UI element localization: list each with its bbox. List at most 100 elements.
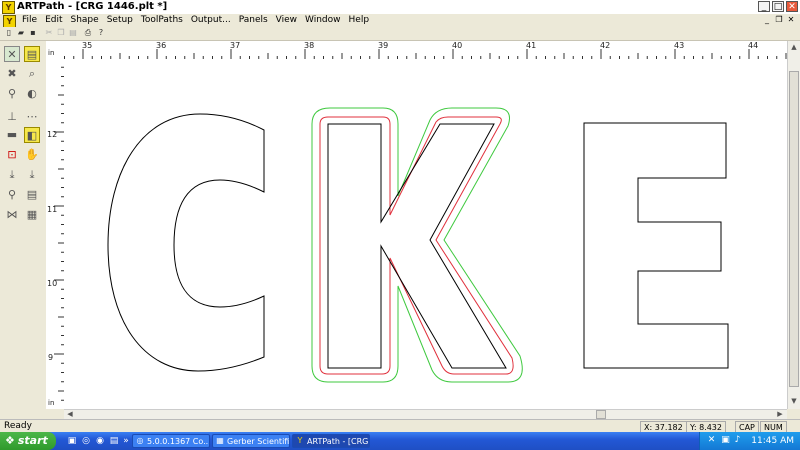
frame-tool-icon[interactable]: ⊡ [4,147,20,163]
scroll-left-button[interactable]: ◀ [65,410,75,419]
taskbar-item-label: Gerber Scientific... [227,437,290,446]
menu-bar: Y File Edit Shape Setup ToolPaths Output… [0,14,800,28]
print-icon[interactable]: ⎙ [83,28,93,38]
hand-tool-icon[interactable]: ✋ [24,147,40,163]
taskbar-item[interactable]: ▦ Gerber Scientific... [212,434,290,448]
import-tool-icon[interactable]: ⤓ [24,167,40,183]
menu-shape[interactable]: Shape [67,14,103,27]
browser-icon: ◎ [136,436,144,445]
ruler-label: 37 [230,41,241,50]
taskbar-item[interactable]: ◎ 5.0.0.1367 Co... [132,434,210,448]
vertical-scroll-thumb[interactable] [789,71,799,387]
ruler-label: 40 [452,41,463,50]
volume-icon[interactable]: ♪ [732,435,743,446]
menu-edit[interactable]: Edit [41,14,66,27]
drill-tool-icon[interactable]: ⚲ [4,187,20,203]
node-edit-tool-icon[interactable]: ▤ [24,46,40,62]
ruler-label: 11 [47,205,58,214]
scroll-up-button[interactable]: ▲ [789,43,799,52]
scroll-right-button[interactable]: ▶ [775,410,785,419]
rotate-tool-icon[interactable]: ◐ [24,86,40,102]
nest-tool-icon[interactable]: ▦ [24,207,40,223]
measure-tool-icon[interactable]: ⊥ [4,109,20,125]
window-title: ARTPath - [CRG 1446.plt *] [17,1,168,12]
artwork-svg [107,107,729,383]
ruler-label: 44 [748,41,759,50]
letter-k-toolpath-inner[interactable] [319,116,514,375]
menu-window[interactable]: Window [301,14,345,27]
menu-output[interactable]: Output... [187,14,235,27]
letter-k-toolpath-outer[interactable] [311,107,523,383]
menu-panels[interactable]: Panels [235,14,272,27]
menu-help[interactable]: Help [345,14,374,27]
marker-tool-icon[interactable]: ⋈ [4,207,20,223]
menu-setup[interactable]: Setup [103,14,137,27]
fill-tool-icon[interactable]: ▬ [4,127,20,143]
ruler-ticks [64,49,787,59]
open-folder-icon[interactable]: ▰ [16,28,26,38]
artpath-icon: Y [297,436,303,445]
maximize-button[interactable]: □ [772,1,784,12]
new-file-icon[interactable]: ▯ [4,28,14,38]
minimize-button[interactable]: _ [758,1,770,12]
horizontal-ruler[interactable]: 35 36 37 38 39 40 41 42 43 44 [64,41,787,60]
system-tray: ✕ ▣ ♪ 11:45 AM [699,432,800,450]
doc-minimize-button[interactable]: _ [762,15,772,25]
quicklaunch-more-icon[interactable]: » [120,435,132,447]
doc-close-button[interactable]: ✕ [786,15,796,25]
windows-flag-icon: ❖ [5,434,15,447]
download-tool-icon[interactable]: ⤓ [4,167,20,183]
knife-tool-icon[interactable]: ⚲ [4,86,20,102]
ruler-label: 9 [48,353,54,362]
tray-close-icon[interactable]: ✕ [706,435,717,446]
ruler-label: 42 [600,41,611,50]
taskbar-item-active[interactable]: Y ARTPath - [CRG... [292,434,370,448]
menu-toolpaths[interactable]: ToolPaths [137,14,187,27]
letter-e-outline[interactable] [583,122,729,369]
select-tool-icon[interactable]: ✕ [4,46,20,62]
status-bar: Ready X: 37.182 Y: 8.432 CAP NUM [0,419,800,434]
vertical-ruler[interactable]: 12 11 10 9 in [46,59,65,409]
ruler-unit-label: in [48,49,55,57]
taskbar-item-label: ARTPath - [CRG... [307,437,370,446]
vertical-scrollbar[interactable]: ▲ ▼ [787,41,800,409]
horizontal-scroll-thumb[interactable] [596,410,606,419]
ruler-label: 43 [674,41,685,50]
ruler-label: 10 [47,279,58,288]
delete-tool-icon[interactable]: ✖ [4,66,20,82]
ruler-corner: in [46,41,64,59]
copy-icon[interactable]: ❐ [56,28,66,38]
doc-restore-button[interactable]: ❐ [774,15,784,25]
ruler-label: 35 [82,41,93,50]
taskbar-item-label: 5.0.0.1367 Co... [147,437,210,446]
cut-icon[interactable]: ✂ [44,28,54,38]
drawing-canvas[interactable] [64,59,787,409]
media-icon[interactable]: ◉ [94,435,106,447]
letter-c-outline[interactable] [107,113,265,372]
network-icon[interactable]: ▣ [720,435,731,446]
menu-file[interactable]: File [18,14,41,27]
align-tool-icon[interactable]: ⋯ [24,109,40,125]
ruler-unit-label: in [48,399,55,407]
app-icon: ▦ [216,436,224,445]
close-button[interactable]: ✕ [786,1,798,12]
folder-icon[interactable]: ▤ [108,435,120,447]
browser-icon[interactable]: ◎ [80,435,92,447]
weld-tool-icon[interactable]: ◧ [24,127,40,143]
standard-toolbar: ▯ ▰ ▪ ✂ ❐ ▤ ⎙ ? [0,27,800,41]
help-icon[interactable]: ? [96,28,106,38]
clock: 11:45 AM [751,436,794,446]
menu-view[interactable]: View [272,14,301,27]
start-button[interactable]: ❖ start [0,432,56,450]
ruler-label: 12 [47,130,58,139]
list-tool-icon[interactable]: ▤ [24,187,40,203]
scroll-down-button[interactable]: ▼ [789,397,799,406]
title-bar: Y ARTPath - [CRG 1446.plt *] _ □ ✕ [0,0,800,14]
start-label: start [17,434,48,447]
zoom-tool-icon[interactable]: ⌕ [24,66,40,82]
taskbar: ❖ start ▣ ◎ ◉ ▤ » ◎ 5.0.0.1367 Co... ▦ Ge… [0,432,800,450]
ruler-label: 39 [378,41,389,50]
paste-icon[interactable]: ▤ [68,28,78,38]
desktop-icon[interactable]: ▣ [66,435,78,447]
save-icon[interactable]: ▪ [28,28,38,38]
